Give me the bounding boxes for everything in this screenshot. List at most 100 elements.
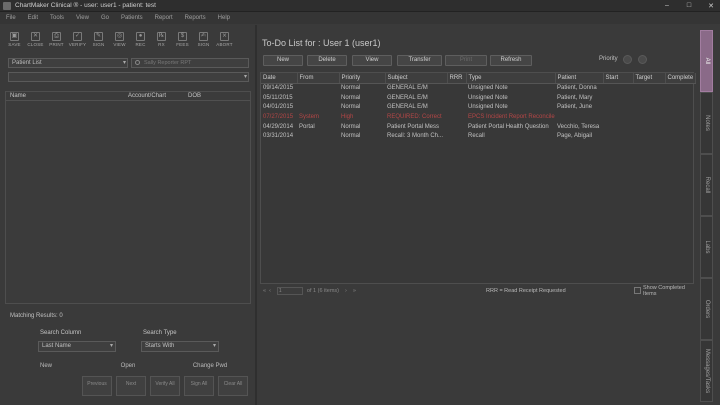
record-button[interactable]: ● REC (132, 27, 149, 47)
rx-button[interactable]: ℞ RX (153, 27, 170, 47)
sign-all-button[interactable]: Sign All (184, 376, 214, 396)
transfer-todo-button[interactable]: Transfer (397, 55, 442, 66)
column-name[interactable]: Name (6, 93, 128, 99)
column-start[interactable]: Start (603, 73, 634, 84)
maximize-icon[interactable]: □ (682, 1, 696, 10)
tab-labs[interactable]: Labs (700, 216, 713, 278)
column-account-chart[interactable]: Account/Chart (128, 93, 188, 99)
verify-button[interactable]: ✓ VERIFY (69, 27, 86, 47)
view-icon: ◎ (115, 32, 124, 41)
menu-patients[interactable]: Patients (121, 15, 143, 21)
menu-file[interactable]: File (6, 15, 16, 21)
view-button[interactable]: ◎ VIEW (111, 27, 128, 47)
delete-todo-button[interactable]: Delete (307, 55, 347, 66)
close-icon: ✕ (31, 32, 40, 41)
chevron-down-icon: ▾ (212, 343, 216, 349)
todo-grid-header: Date From Priority Subject RRR Type Pati… (261, 73, 696, 84)
search-column-select[interactable]: Last Name ▾ (38, 341, 116, 352)
prev-page-icon[interactable]: ‹ (269, 288, 271, 294)
priority-up-icon[interactable] (623, 55, 632, 64)
column-patient[interactable]: Patient (555, 73, 604, 84)
record-icon: ● (136, 32, 145, 41)
table-row[interactable]: 07/27/2015 System High REQUIRED: Correct EPC… (261, 112, 695, 122)
print-todo-button[interactable]: Print (445, 55, 487, 66)
column-target[interactable]: Target (633, 73, 666, 84)
window-title: ChartMaker Clinical ® - user: user1 - pa… (15, 2, 156, 9)
column-date[interactable]: Date (261, 73, 298, 84)
last-page-icon[interactable]: » (353, 288, 356, 294)
table-row[interactable]: 03/31/2014 Normal Recall: 3 Month Ch... Rec… (261, 131, 695, 141)
column-from[interactable]: From (297, 73, 340, 84)
rx-icon: ℞ (157, 32, 166, 41)
patient-list[interactable]: Name Account/Chart DOB (5, 91, 251, 304)
clear-all-button[interactable]: Clear All (218, 376, 248, 396)
chevron-down-icon: ▾ (122, 60, 126, 66)
abort-button[interactable]: ⨯ ABORT (216, 27, 233, 47)
search-type-select[interactable]: Starts With ▾ (141, 341, 219, 352)
page-count: of 1 (6 items) (306, 288, 339, 294)
column-dob[interactable]: DOB (188, 93, 238, 99)
save-button[interactable]: ▣ SAVE (6, 27, 23, 47)
todo-pager: « ‹ 1 of 1 (6 items) › » RRR = Read Rece… (260, 285, 694, 297)
page-number-input[interactable]: 1 (276, 287, 303, 295)
chevron-down-icon: ▾ (243, 74, 247, 80)
column-type[interactable]: Type (466, 73, 556, 84)
new-todo-button[interactable]: New (263, 55, 303, 66)
fees-button[interactable]: $ FEES (174, 27, 191, 47)
search-column-label: Search Column (40, 330, 82, 336)
column-subject[interactable]: Subject (385, 73, 448, 84)
chevron-down-icon: ▾ (109, 343, 113, 349)
refresh-todo-button[interactable]: Refresh (490, 55, 532, 66)
column-rrr[interactable]: RRR (447, 73, 467, 84)
previous-button[interactable]: Previous (82, 376, 112, 396)
pane-splitter[interactable] (255, 25, 257, 405)
patient-list-select[interactable]: Patient List ▾ (8, 58, 128, 68)
table-row[interactable]: 04/01/2015 Normal GENERAL E/M Unsigned Note… (261, 102, 695, 112)
print-button[interactable]: ⎙ PRINT (48, 27, 65, 47)
priority-label: Priority (599, 56, 618, 62)
tab-orders[interactable]: Orders (700, 278, 713, 340)
fees-icon: $ (178, 32, 187, 41)
next-page-icon[interactable]: › (345, 288, 347, 294)
close-window-icon[interactable]: ✕ (704, 1, 718, 10)
todo-grid[interactable]: Date From Priority Subject RRR Type Pati… (260, 72, 696, 284)
first-page-icon[interactable]: « (263, 288, 266, 294)
verify-all-button[interactable]: Verify All (150, 376, 180, 396)
window-controls: – □ ✕ (660, 1, 718, 10)
open-patient-button[interactable]: Open (87, 360, 169, 372)
column-complete[interactable]: Complete (665, 73, 696, 84)
column-priority[interactable]: Priority (339, 73, 386, 84)
sign-button[interactable]: ✎ SIGN (90, 27, 107, 47)
signature-button[interactable]: ✍ SIGN (195, 27, 212, 47)
minimize-icon[interactable]: – (660, 1, 674, 10)
table-row[interactable]: 04/29/2014 Portal Normal Patient Portal Mes… (261, 122, 695, 132)
patient-actions: New Open Change Pwd (5, 360, 251, 372)
table-row[interactable]: 05/11/2015 Normal GENERAL E/M Unsigned Note… (261, 93, 695, 103)
title-bar: ChartMaker Clinical ® - user: user1 - pa… (0, 0, 720, 12)
menu-view[interactable]: View (76, 15, 89, 21)
tab-all[interactable]: All (700, 30, 713, 92)
search-icon (135, 60, 140, 65)
next-button[interactable]: Next (116, 376, 146, 396)
menu-help[interactable]: Help (218, 15, 230, 21)
patient-search-input[interactable]: Sally Reporter RPT (131, 58, 249, 68)
table-row[interactable]: 09/14/2015 Normal GENERAL E/M Unsigned Note… (261, 83, 695, 93)
menu-tools[interactable]: Tools (50, 15, 64, 21)
menu-report[interactable]: Report (155, 15, 173, 21)
change-password-button[interactable]: Change Pwd (169, 360, 251, 372)
tab-recall[interactable]: Recall (700, 154, 713, 216)
main-toolbar: ▣ SAVE ✕ CLOSE ⎙ PRINT ✓ VERIFY ✎ SIGN ◎ VIEW … (0, 25, 256, 47)
menu-bar: File Edit Tools View Go Patients Report … (0, 12, 720, 24)
close-button[interactable]: ✕ CLOSE (27, 27, 44, 47)
tab-notes[interactable]: Notes (700, 92, 713, 154)
menu-edit[interactable]: Edit (28, 15, 38, 21)
menu-go[interactable]: Go (101, 15, 109, 21)
new-patient-button[interactable]: New (5, 360, 87, 372)
show-completed-checkbox[interactable] (634, 287, 641, 294)
filter-select[interactable]: ▾ (8, 72, 249, 82)
view-todo-button[interactable]: View (352, 55, 392, 66)
patient-list-header: Name Account/Chart DOB (6, 92, 250, 101)
menu-reports[interactable]: Reports (185, 15, 206, 21)
priority-down-icon[interactable] (638, 55, 647, 64)
tab-messages-tasks[interactable]: Messages/Tasks (700, 340, 713, 402)
